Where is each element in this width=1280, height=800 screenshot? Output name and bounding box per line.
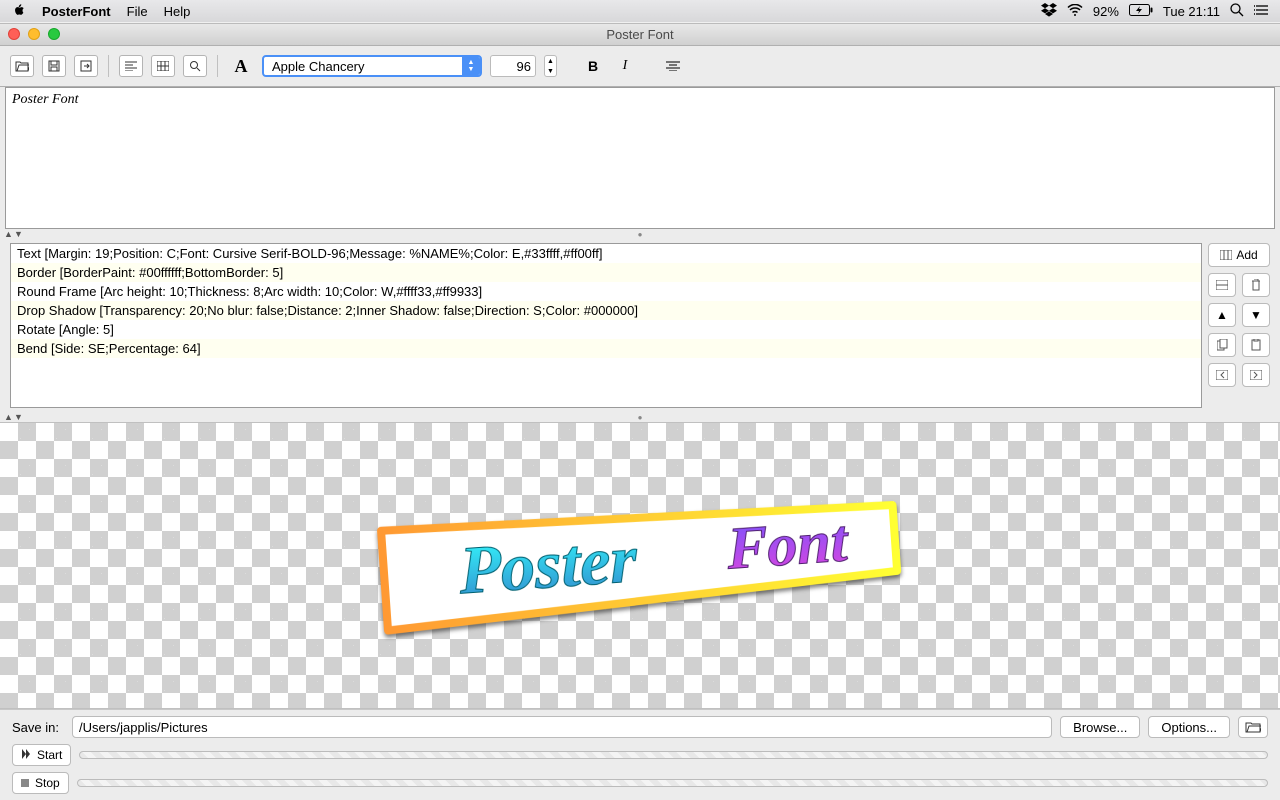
window-titlebar[interactable]: Poster Font <box>0 24 1280 46</box>
filters-list[interactable]: Text [Margin: 19;Position: C;Font: Cursi… <box>10 243 1202 408</box>
battery-percent: 92% <box>1093 4 1119 19</box>
stop-label: Stop <box>35 776 60 790</box>
filter-side-panel: Add ▲ ▼ <box>1208 243 1270 408</box>
font-size-stepper[interactable]: ▲▼ <box>544 55 557 77</box>
stop-progress <box>77 779 1268 787</box>
text-align-button[interactable] <box>661 55 685 77</box>
filter-row[interactable]: Text [Margin: 19;Position: C;Font: Cursi… <box>11 244 1201 263</box>
expand-right-button[interactable] <box>1242 363 1270 387</box>
select-arrows-icon: ▲▼ <box>462 57 480 75</box>
window-title: Poster Font <box>606 27 673 42</box>
filter-row[interactable]: Rotate [Angle: 5] <box>11 320 1201 339</box>
apple-menu-icon[interactable] <box>12 3 26 20</box>
open-folder-button[interactable] <box>1238 716 1268 738</box>
window-close-button[interactable] <box>8 28 20 40</box>
font-family-value: Apple Chancery <box>272 59 365 74</box>
window-minimize-button[interactable] <box>28 28 40 40</box>
stepper-up-icon[interactable]: ▲ <box>545 56 556 66</box>
font-indicator: A <box>228 54 254 78</box>
stop-button[interactable]: Stop <box>12 772 69 794</box>
preview-word1: Poster <box>457 520 638 608</box>
open-button[interactable] <box>10 55 34 77</box>
font-family-select[interactable]: Apple Chancery ▲▼ <box>262 55 482 77</box>
collapse-down-icon[interactable]: ▼ <box>14 229 23 239</box>
play-icon <box>21 748 31 762</box>
save-in-label: Save in: <box>12 720 64 735</box>
stop-icon <box>21 779 29 787</box>
wifi-icon[interactable] <box>1067 4 1083 19</box>
collapse-up-icon[interactable]: ▲ <box>4 412 13 422</box>
filters-panel: Text [Margin: 19;Position: C;Font: Cursi… <box>0 239 1280 412</box>
grip-icon: ● <box>638 413 643 422</box>
preview-poster: Poster Font <box>380 508 900 618</box>
toolbar-separator <box>217 55 218 77</box>
start-label: Start <box>37 748 62 762</box>
preview-area: Poster Font <box>0 422 1280 709</box>
spotlight-icon[interactable] <box>1230 3 1244 20</box>
paste-filter-button[interactable] <box>1242 333 1270 357</box>
add-filter-button[interactable]: Add <box>1208 243 1270 267</box>
text-input-area[interactable]: Poster Font <box>5 87 1275 229</box>
splitter-handle[interactable]: ▲ ▼ ● <box>0 229 1280 239</box>
toolbar: A Apple Chancery ▲▼ ▲▼ B I <box>0 46 1280 87</box>
preview-word2: Font <box>725 507 850 582</box>
filter-row[interactable]: Border [BorderPaint: #00ffffff;BottomBor… <box>11 263 1201 282</box>
zoom-button[interactable] <box>183 55 207 77</box>
copy-filter-button[interactable] <box>1208 333 1236 357</box>
italic-button[interactable]: I <box>613 55 637 77</box>
save-button[interactable] <box>42 55 66 77</box>
delete-filter-button[interactable] <box>1242 273 1270 297</box>
filter-row[interactable]: Round Frame [Arc height: 10;Thickness: 8… <box>11 282 1201 301</box>
start-button[interactable]: Start <box>12 744 71 766</box>
bottom-panel: Save in: Browse... Options... Start Stop <box>0 709 1280 800</box>
start-progress <box>79 751 1268 759</box>
collapse-up-icon[interactable]: ▲ <box>4 229 13 239</box>
battery-icon <box>1129 4 1153 19</box>
expand-left-button[interactable] <box>1208 363 1236 387</box>
window-zoom-button[interactable] <box>48 28 60 40</box>
edit-filter-button[interactable] <box>1208 273 1236 297</box>
menu-help[interactable]: Help <box>164 4 191 19</box>
app-name[interactable]: PosterFont <box>42 4 111 19</box>
menu-file[interactable]: File <box>127 4 148 19</box>
add-label: Add <box>1236 248 1257 262</box>
toolbar-separator <box>108 55 109 77</box>
dropbox-icon[interactable] <box>1041 3 1057 20</box>
options-button[interactable]: Options... <box>1148 716 1230 738</box>
align-left-button[interactable] <box>119 55 143 77</box>
bold-button[interactable]: B <box>581 55 605 77</box>
app-window: Poster Font A Apple Chancery ▲▼ ▲▼ B I P… <box>0 23 1280 800</box>
grip-icon: ● <box>638 230 643 239</box>
move-up-button[interactable]: ▲ <box>1208 303 1236 327</box>
browse-button[interactable]: Browse... <box>1060 716 1140 738</box>
grid-button[interactable] <box>151 55 175 77</box>
move-down-button[interactable]: ▼ <box>1242 303 1270 327</box>
menu-extras-icon[interactable] <box>1254 4 1268 19</box>
collapse-down-icon[interactable]: ▼ <box>14 412 23 422</box>
save-path-input[interactable] <box>72 716 1052 738</box>
font-size-input[interactable] <box>490 55 536 77</box>
filter-row[interactable]: Bend [Side: SE;Percentage: 64] <box>11 339 1201 358</box>
filter-row[interactable]: Drop Shadow [Transparency: 20;No blur: f… <box>11 301 1201 320</box>
clock[interactable]: Tue 21:11 <box>1163 4 1220 19</box>
splitter-handle[interactable]: ▲ ▼ ● <box>0 412 1280 422</box>
export-button[interactable] <box>74 55 98 77</box>
stepper-down-icon[interactable]: ▼ <box>545 66 556 76</box>
macos-menubar: PosterFont File Help 92% Tue 21:11 <box>0 0 1280 22</box>
